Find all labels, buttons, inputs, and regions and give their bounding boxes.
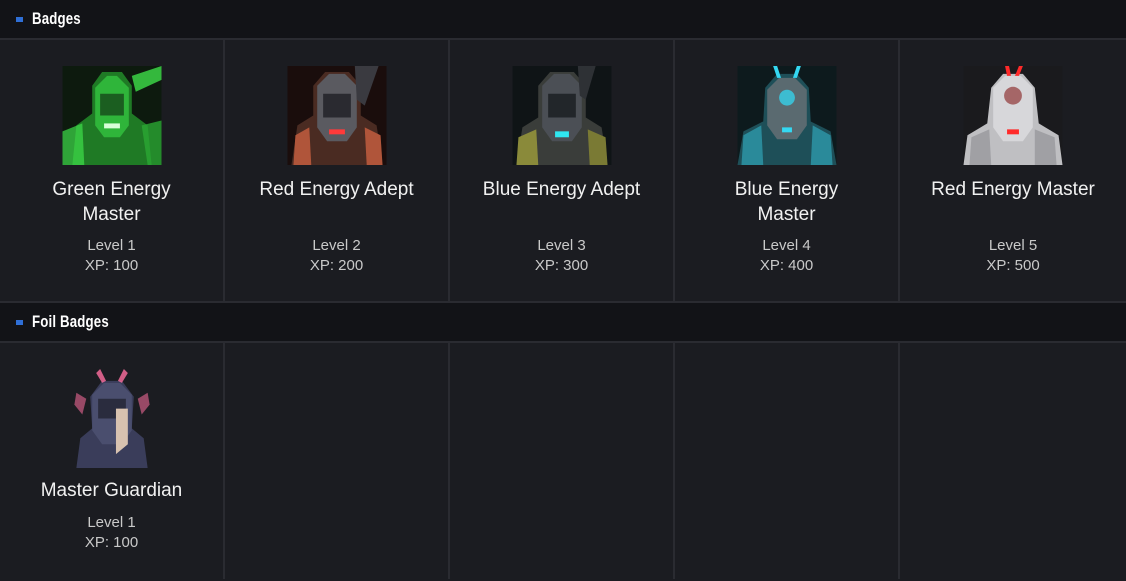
section-marker-icon	[16, 320, 23, 325]
badge-level: Level 4	[762, 237, 811, 254]
blue-energy-adept-icon	[512, 66, 612, 165]
badges-section-header: Badges	[0, 0, 1126, 40]
badge-name: Red Energy Master	[931, 179, 1095, 200]
badge-xp: XP: 100	[84, 257, 139, 274]
badges-grid: Green Energy Master Level 1 XP: 100 Red …	[0, 40, 1126, 303]
green-energy-master-icon	[62, 66, 162, 165]
badge-xp: XP: 300	[534, 257, 589, 274]
empty-badge-slot	[225, 343, 450, 579]
badge-xp: XP: 400	[759, 257, 814, 274]
badge-level: Level 5	[988, 237, 1038, 254]
badge-name: Green Energy Master	[52, 179, 171, 225]
badge-xp: XP: 200	[309, 257, 364, 274]
section-marker-icon	[16, 17, 23, 22]
master-guardian-icon	[62, 369, 162, 468]
badge-name: Blue Energy Master	[734, 179, 839, 225]
red-energy-master-icon	[963, 66, 1063, 165]
section-title: Foil Badges	[32, 312, 109, 331]
badge-card[interactable]: Master Guardian Level 1 XP: 100	[0, 343, 225, 579]
badge-name: Master Guardian	[40, 480, 183, 501]
blue-energy-master-icon	[737, 66, 837, 165]
badge-level: Level 2	[312, 237, 361, 254]
red-energy-adept-icon	[287, 66, 387, 165]
badge-level: Level 3	[537, 237, 586, 254]
badge-level: Level 1	[87, 237, 136, 254]
badge-name: Blue Energy Adept	[482, 179, 641, 200]
badge-xp: XP: 100	[84, 534, 139, 551]
badge-card[interactable]: Red Energy Adept Level 2 XP: 200	[225, 40, 450, 303]
badge-xp: XP: 500	[986, 257, 1040, 274]
foil-badges-grid: Master Guardian Level 1 XP: 100	[0, 343, 1126, 579]
foil-badges-section-header: Foil Badges	[0, 303, 1126, 343]
badge-card[interactable]: Blue Energy Master Level 4 XP: 400	[675, 40, 900, 303]
badge-name: Red Energy Adept	[259, 179, 414, 200]
section-title: Badges	[32, 9, 81, 28]
badge-card[interactable]: Red Energy Master Level 5 XP: 500	[900, 40, 1126, 303]
badge-card[interactable]: Blue Energy Adept Level 3 XP: 300	[450, 40, 675, 303]
badge-level: Level 1	[87, 514, 136, 531]
badge-card[interactable]: Green Energy Master Level 1 XP: 100	[0, 40, 225, 303]
empty-badge-slot	[900, 343, 1126, 579]
empty-badge-slot	[675, 343, 900, 579]
empty-badge-slot	[450, 343, 675, 579]
